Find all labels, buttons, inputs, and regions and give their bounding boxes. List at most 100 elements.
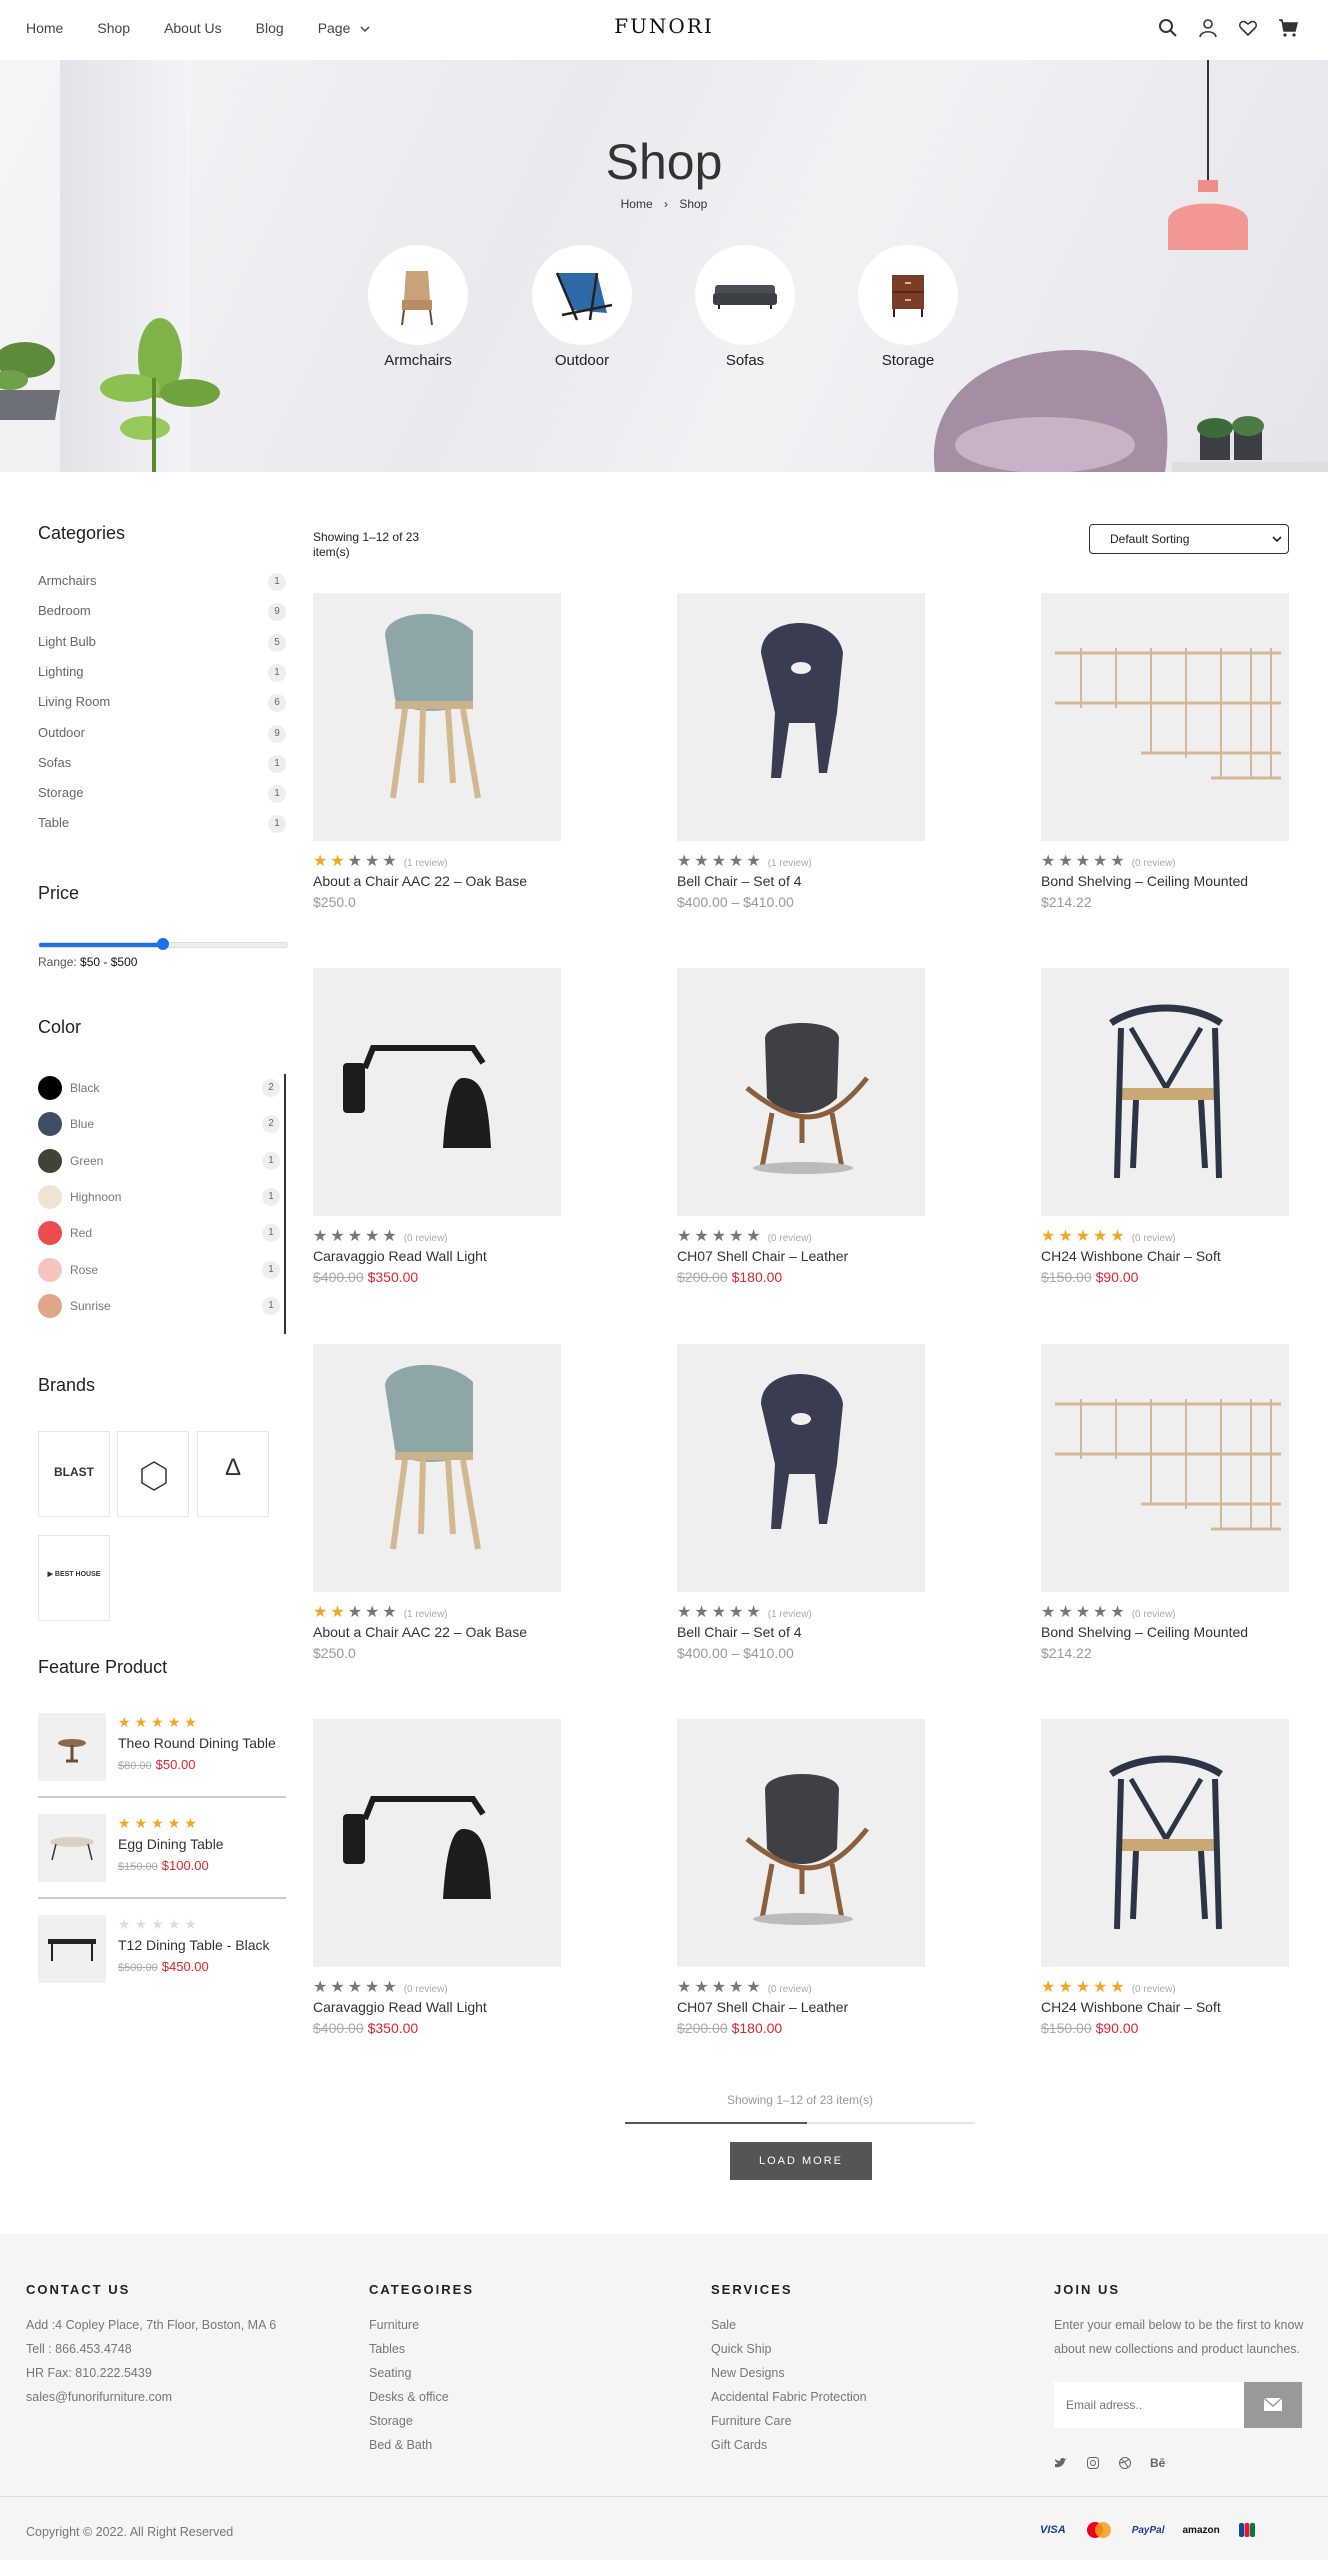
product-image[interactable] <box>1041 593 1289 841</box>
footer-email[interactable]: sales@funorifurniture.com <box>26 2390 172 2404</box>
review-count[interactable]: (1 review) <box>404 1609 448 1620</box>
review-count[interactable]: (0 review) <box>404 1233 448 1244</box>
review-count[interactable]: (0 review) <box>404 1984 448 1995</box>
color-filter-label[interactable]: Green <box>70 1154 103 1168</box>
product-image[interactable] <box>313 1344 561 1592</box>
footer-link[interactable]: Seating <box>369 2366 411 2380</box>
color-filter-label[interactable]: Sunrise <box>70 1299 111 1313</box>
product-name[interactable]: CH24 Wishbone Chair – Soft <box>1041 1248 1221 1264</box>
review-count[interactable]: (0 review) <box>1132 1609 1176 1620</box>
feature-product-image[interactable] <box>38 1814 106 1882</box>
category-filter-item[interactable]: Living Room 6 <box>38 694 286 714</box>
product-image[interactable] <box>677 968 925 1216</box>
site-logo[interactable]: FUNORI <box>0 14 1328 38</box>
color-swatch[interactable] <box>38 1076 62 1100</box>
brand-hexagon[interactable] <box>117 1431 189 1517</box>
product-name[interactable]: Bell Chair – Set of 4 <box>677 873 802 889</box>
review-count[interactable]: (1 review) <box>768 1609 812 1620</box>
category-armchairs[interactable] <box>368 245 468 345</box>
user-icon[interactable] <box>1198 18 1218 38</box>
brand-triangle[interactable]: Δ <box>197 1431 269 1517</box>
footer-link[interactable]: Desks & office <box>369 2390 449 2404</box>
product-image[interactable] <box>677 593 925 841</box>
color-swatch[interactable] <box>38 1293 62 1318</box>
category-label-armchairs[interactable]: Armchairs <box>348 352 488 369</box>
footer-link[interactable]: Tables <box>369 2342 405 2356</box>
product-name[interactable]: CH24 Wishbone Chair – Soft <box>1041 1999 1221 2015</box>
review-count[interactable]: (1 review) <box>404 858 448 869</box>
behance-icon[interactable]: Bē <box>1150 2456 1165 2470</box>
sort-select[interactable]: Default Sorting <box>1089 524 1289 554</box>
search-icon[interactable] <box>1158 18 1178 38</box>
review-count[interactable]: (1 review) <box>768 858 812 869</box>
category-label-outdoor[interactable]: Outdoor <box>512 352 652 369</box>
footer-link[interactable]: New Designs <box>711 2366 785 2380</box>
color-filter-label[interactable]: Red <box>70 1226 92 1240</box>
color-filter-label[interactable]: Black <box>70 1081 99 1095</box>
review-count[interactable]: (0 review) <box>768 1233 812 1244</box>
category-label-storage[interactable]: Storage <box>838 352 978 369</box>
category-outdoor[interactable] <box>532 245 632 345</box>
product-image[interactable] <box>677 1719 925 1967</box>
footer-link[interactable]: Furniture Care <box>711 2414 792 2428</box>
color-filter-label[interactable]: Blue <box>70 1117 94 1131</box>
color-swatch[interactable] <box>38 1221 62 1246</box>
footer-link[interactable]: Quick Ship <box>711 2342 771 2356</box>
feature-product-image[interactable] <box>38 1713 106 1781</box>
feature-product-image[interactable] <box>38 1915 106 1983</box>
color-swatch[interactable] <box>38 1148 62 1173</box>
product-image[interactable] <box>1041 1719 1289 1967</box>
product-image[interactable] <box>313 593 561 841</box>
category-filter-item[interactable]: Bedroom 9 <box>38 603 286 623</box>
review-count[interactable]: (0 review) <box>1132 1984 1176 1995</box>
product-name[interactable]: About a Chair AAC 22 – Oak Base <box>313 1624 527 1640</box>
color-list-scrollbar[interactable] <box>284 1074 286 1334</box>
color-filter-label[interactable]: Rose <box>70 1263 98 1277</box>
heart-icon[interactable] <box>1238 18 1258 38</box>
newsletter-email-input[interactable] <box>1054 2382 1244 2428</box>
review-count[interactable]: (0 review) <box>768 1984 812 1995</box>
feature-product-name[interactable]: Egg Dining Table <box>118 1836 224 1852</box>
footer-link[interactable]: Bed & Bath <box>369 2438 432 2452</box>
product-image[interactable] <box>677 1344 925 1592</box>
category-filter-item[interactable]: Light Bulb 5 <box>38 633 286 654</box>
product-image[interactable] <box>313 1719 561 1967</box>
product-image[interactable] <box>313 968 561 1216</box>
footer-link[interactable]: Furniture <box>369 2318 419 2332</box>
footer-link[interactable]: Sale <box>711 2318 736 2332</box>
dribbble-icon[interactable] <box>1118 2456 1132 2470</box>
product-image[interactable] <box>1041 968 1289 1216</box>
category-filter-item[interactable]: Outdoor 9 <box>38 724 286 745</box>
product-name[interactable]: Caravaggio Read Wall Light <box>313 1248 487 1264</box>
brand-blast[interactable]: BLAST <box>38 1431 110 1517</box>
product-name[interactable]: Bond Shelving – Ceiling Mounted <box>1041 1624 1248 1640</box>
footer-link[interactable]: Accidental Fabric Protection <box>711 2390 867 2404</box>
breadcrumb-home[interactable]: Home <box>621 197 653 211</box>
footer-link[interactable]: Storage <box>369 2414 413 2428</box>
category-filter-item[interactable]: Armchairs 1 <box>38 573 286 593</box>
footer-link[interactable]: Gift Cards <box>711 2438 767 2452</box>
category-storage[interactable] <box>858 245 958 345</box>
feature-product-name[interactable]: Theo Round Dining Table <box>118 1735 276 1751</box>
newsletter-submit-button[interactable] <box>1244 2382 1302 2428</box>
product-name[interactable]: Bond Shelving – Ceiling Mounted <box>1041 873 1248 889</box>
product-name[interactable]: CH07 Shell Chair – Leather <box>677 1999 848 2015</box>
cart-icon[interactable] <box>1278 18 1298 38</box>
product-image[interactable] <box>1041 1344 1289 1592</box>
category-sofas[interactable] <box>695 245 795 345</box>
category-filter-item[interactable]: Lighting 1 <box>38 663 286 684</box>
color-filter-label[interactable]: Highnoon <box>70 1190 121 1204</box>
category-filter-item[interactable]: Table 1 <box>38 815 286 835</box>
product-name[interactable]: About a Chair AAC 22 – Oak Base <box>313 873 527 889</box>
category-filter-item[interactable]: Storage 1 <box>38 785 286 805</box>
color-swatch[interactable] <box>38 1257 62 1282</box>
brand-best-house[interactable]: ▶ BEST HOUSE <box>38 1535 110 1621</box>
product-name[interactable]: CH07 Shell Chair – Leather <box>677 1248 848 1264</box>
instagram-icon[interactable] <box>1086 2456 1100 2470</box>
color-swatch[interactable] <box>38 1184 62 1209</box>
review-count[interactable]: (0 review) <box>1132 1233 1176 1244</box>
category-label-sofas[interactable]: Sofas <box>675 352 815 369</box>
feature-product-name[interactable]: T12 Dining Table - Black <box>118 1937 269 1953</box>
product-name[interactable]: Caravaggio Read Wall Light <box>313 1999 487 2015</box>
price-slider-handle[interactable] <box>157 938 169 950</box>
